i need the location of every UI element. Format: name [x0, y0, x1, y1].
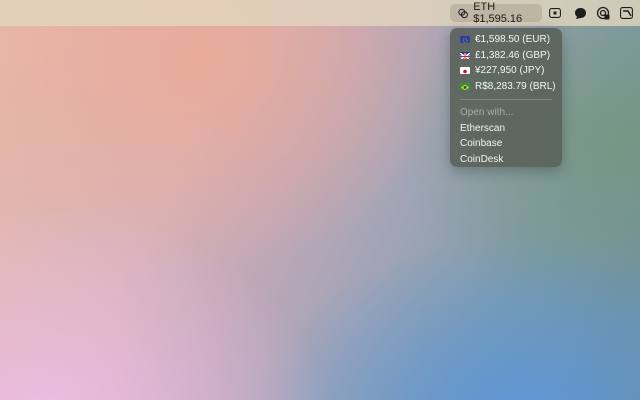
- gbp-conversion-item[interactable]: £1,382.46 (GBP): [450, 48, 562, 64]
- eth-price-label: ETH $1,595.16: [473, 1, 523, 25]
- jpy-conversion-label: ¥227,950 (JPY): [475, 65, 545, 77]
- brl-conversion-item[interactable]: R$8,283.79 (BRL): [450, 79, 562, 95]
- eth-price-menu-item[interactable]: ETH $1,595.16: [450, 1, 542, 25]
- jpy-conversion-item[interactable]: ¥227,950 (JPY): [450, 63, 562, 79]
- coins-icon: [458, 8, 468, 18]
- chat-bubble-icon[interactable]: [574, 6, 587, 20]
- eu-flag-icon: [460, 36, 470, 44]
- eth-price-dropdown-menu: €1,598.50 (EUR) £1,382.46 (GBP) ¥227,950…: [450, 28, 562, 167]
- coindesk-link[interactable]: CoinDesk: [450, 152, 562, 168]
- eur-conversion-item[interactable]: €1,598.50 (EUR): [450, 32, 562, 48]
- menu-divider: [460, 99, 552, 100]
- notification-center-icon[interactable]: [620, 6, 633, 20]
- eur-conversion-label: €1,598.50 (EUR): [475, 34, 551, 46]
- open-with-header: Open with...: [460, 107, 514, 119]
- battery-icon[interactable]: [549, 6, 562, 20]
- brl-conversion-label: R$8,283.79 (BRL): [475, 80, 556, 92]
- jp-flag-icon: [460, 67, 470, 75]
- etherscan-link[interactable]: Etherscan: [450, 121, 562, 137]
- control-center-icon[interactable]: [596, 6, 610, 20]
- coinbase-link[interactable]: Coinbase: [450, 136, 562, 152]
- gbp-conversion-label: £1,382.46 (GBP): [475, 49, 551, 61]
- uk-flag-icon: [460, 51, 470, 59]
- br-flag-icon: [460, 82, 470, 90]
- menu-bar: ETH $1,595.16: [0, 0, 640, 26]
